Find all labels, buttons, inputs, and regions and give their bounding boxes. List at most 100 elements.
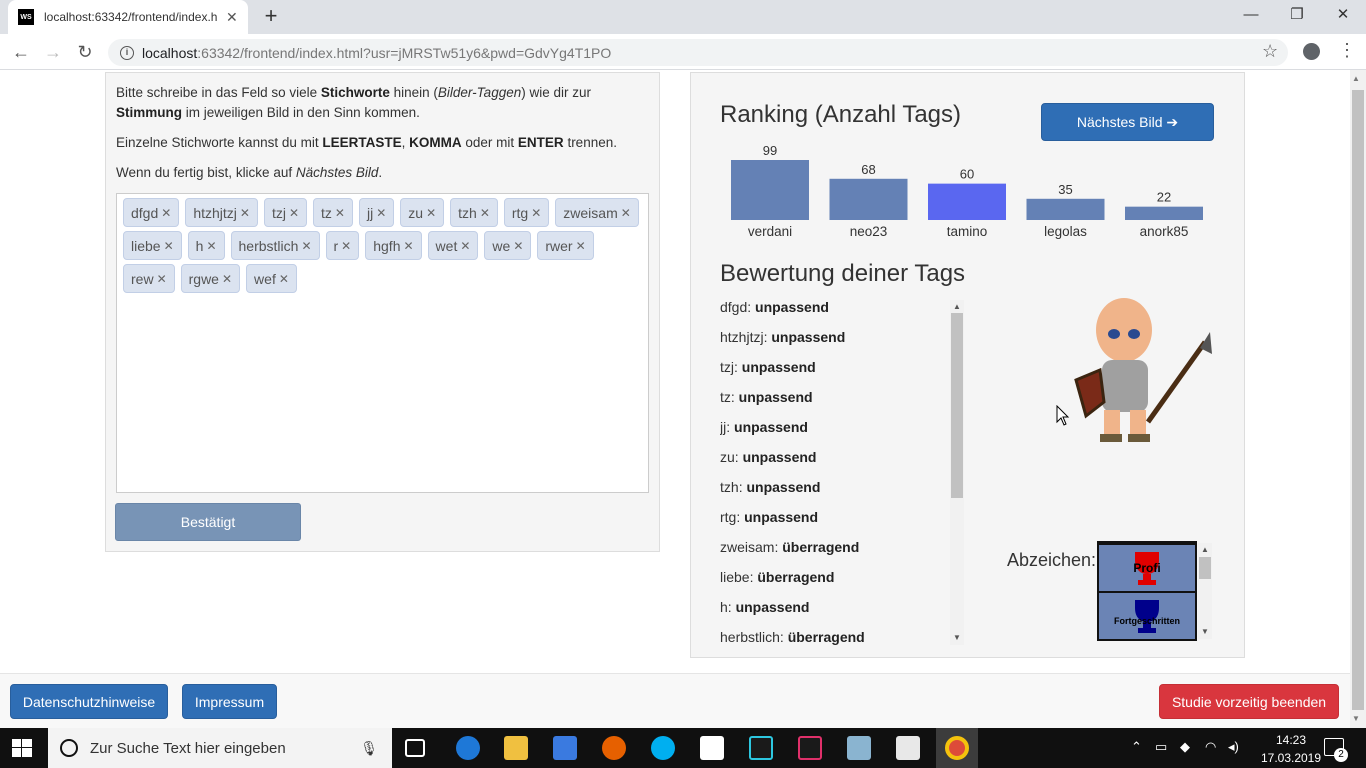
clock-time[interactable]: 14:23 <box>1266 733 1316 747</box>
reload-icon[interactable]: ↻ <box>72 40 98 64</box>
remove-tag-icon[interactable]: ✕ <box>376 206 386 220</box>
profile-icon[interactable] <box>1303 43 1320 60</box>
firefox-icon[interactable] <box>602 736 626 760</box>
confirm-button[interactable]: Bestätigt <box>115 503 301 541</box>
tag-chip[interactable]: liebe ✕ <box>123 231 182 260</box>
remove-tag-icon[interactable]: ✕ <box>289 206 299 220</box>
remove-tag-icon[interactable]: ✕ <box>240 206 250 220</box>
tag-chip[interactable]: wef ✕ <box>246 264 297 293</box>
remove-tag-icon[interactable]: ✕ <box>621 206 631 220</box>
rating-row: zweisam: überragend <box>720 539 860 555</box>
wifi-icon[interactable]: ◠ <box>1205 739 1216 755</box>
forward-icon[interactable]: → <box>40 40 66 64</box>
tag-chip-label: herbstlich <box>238 237 299 254</box>
tag-chip[interactable]: tzj ✕ <box>263 198 308 227</box>
tag-chip[interactable]: rwer ✕ <box>537 231 594 260</box>
restore-icon[interactable]: ❐ <box>1274 0 1320 32</box>
battery-icon[interactable]: ▭ <box>1155 739 1167 755</box>
remove-tag-icon[interactable]: ✕ <box>426 206 436 220</box>
scroll-down-icon[interactable]: ▼ <box>1352 714 1360 723</box>
webstorm-favicon-icon: WS <box>18 9 34 25</box>
tag-input-field[interactable]: dfgd ✕ htzhjtzj ✕ tzj ✕ tz ✕ jj ✕ zu ✕ tzh ✕ rtg ✕ zweis… <box>116 193 649 493</box>
page-scroll-thumb[interactable] <box>1352 90 1364 710</box>
remove-tag-icon[interactable]: ✕ <box>222 272 232 286</box>
browser-tab[interactable]: WS localhost:63342/frontend/index.h ✕ <box>8 0 248 34</box>
badge-scroll-thumb[interactable] <box>1199 557 1211 579</box>
webstorm-icon[interactable] <box>749 736 773 760</box>
new-tab-icon[interactable]: + <box>258 4 284 30</box>
tag-chip[interactable]: r ✕ <box>325 231 360 260</box>
microphone-icon[interactable]: 🎙 <box>360 740 378 757</box>
edge-icon[interactable] <box>456 736 480 760</box>
tag-chip[interactable]: hgfh ✕ <box>365 231 422 260</box>
tag-chip[interactable]: dfgd ✕ <box>123 198 180 227</box>
tag-chip[interactable]: zweisam ✕ <box>555 198 639 227</box>
rating-scroll-thumb[interactable] <box>951 313 963 498</box>
close-window-icon[interactable]: ✕ <box>1320 0 1366 32</box>
chrome-icon[interactable] <box>945 736 969 760</box>
quit-study-button[interactable]: Studie vorzeitig beenden <box>1159 684 1339 719</box>
remove-tag-icon[interactable]: ✕ <box>403 239 413 253</box>
badge-scroll-down-icon[interactable]: ▼ <box>1201 627 1209 636</box>
store-icon[interactable] <box>553 736 577 760</box>
badge-profi: Profi <box>1099 545 1195 591</box>
tag-chip[interactable]: zu ✕ <box>400 198 445 227</box>
info-icon[interactable]: i <box>120 45 134 60</box>
remove-tag-icon[interactable]: ✕ <box>335 206 345 220</box>
tag-chip[interactable]: h ✕ <box>187 231 225 260</box>
next-image-button[interactable]: Nächstes Bild ➔ <box>1041 103 1214 141</box>
url-path: :63342/frontend/index.html?usr=jMRSTw51y… <box>197 44 612 61</box>
notes-icon[interactable] <box>847 736 871 760</box>
menu-icon[interactable]: ⋮ <box>1338 40 1356 61</box>
privacy-button[interactable]: Datenschutzhinweise <box>10 684 168 719</box>
rating-scroll-down-icon[interactable]: ▼ <box>953 633 961 642</box>
dropbox-icon[interactable]: ◆ <box>1180 739 1190 755</box>
tag-chip[interactable]: herbstlich ✕ <box>230 231 320 260</box>
remove-tag-icon[interactable]: ✕ <box>301 239 311 253</box>
remove-tag-icon[interactable]: ✕ <box>341 239 351 253</box>
tag-chip[interactable]: tzh ✕ <box>450 198 498 227</box>
tag-chip[interactable]: htzhjtzj ✕ <box>185 198 258 227</box>
address-bar[interactable]: i localhost:63342/frontend/index.html?us… <box>108 39 1288 66</box>
scroll-up-icon[interactable]: ▲ <box>1352 74 1360 83</box>
photos-icon[interactable] <box>896 736 920 760</box>
tag-chip[interactable]: jj ✕ <box>358 198 395 227</box>
task-view-icon[interactable] <box>405 739 425 757</box>
rating-scroll-up-icon[interactable]: ▲ <box>953 302 961 311</box>
remove-tag-icon[interactable]: ✕ <box>460 239 470 253</box>
badge-scroll-up-icon[interactable]: ▲ <box>1201 545 1209 554</box>
bookmark-star-icon[interactable]: ☆ <box>1262 41 1278 62</box>
remove-tag-icon[interactable]: ✕ <box>157 272 167 286</box>
remove-tag-icon[interactable]: ✕ <box>513 239 523 253</box>
remove-tag-icon[interactable]: ✕ <box>576 239 586 253</box>
remove-tag-icon[interactable]: ✕ <box>164 239 174 253</box>
tray-overflow-icon[interactable]: ⌃ <box>1131 739 1142 755</box>
remove-tag-icon[interactable]: ✕ <box>161 206 171 220</box>
tag-chip[interactable]: rgwe ✕ <box>180 264 241 293</box>
tag-chip[interactable]: we ✕ <box>484 231 532 260</box>
tag-chip[interactable]: rew ✕ <box>123 264 175 293</box>
clock-date[interactable]: 17.03.2019 <box>1258 751 1324 765</box>
remove-tag-icon[interactable]: ✕ <box>480 206 490 220</box>
windows-start-icon[interactable] <box>12 739 32 757</box>
remove-tag-icon[interactable]: ✕ <box>206 239 216 253</box>
remove-tag-icon[interactable]: ✕ <box>279 272 289 286</box>
file-explorer-icon[interactable] <box>504 736 528 760</box>
tab-close-icon[interactable]: ✕ <box>226 9 238 26</box>
taskbar-search[interactable]: Zur Suche Text hier eingeben 🎙 <box>48 728 392 768</box>
back-icon[interactable]: ← <box>8 40 34 64</box>
rating-tag: h <box>720 599 728 615</box>
bar-anork85 <box>1125 206 1203 220</box>
remove-tag-icon[interactable]: ✕ <box>531 206 541 220</box>
tag-chip[interactable]: rtg ✕ <box>503 198 550 227</box>
volume-icon[interactable]: ◂) <box>1228 739 1239 755</box>
tag-chip[interactable]: wet ✕ <box>427 231 479 260</box>
imprint-button[interactable]: Impressum <box>182 684 277 719</box>
bar-value-label: 22 <box>1157 190 1171 205</box>
bar-value-label: 68 <box>861 162 875 177</box>
tag-chip[interactable]: tz ✕ <box>313 198 353 227</box>
minimize-icon[interactable]: — <box>1228 0 1274 32</box>
intellij-icon[interactable] <box>798 736 822 760</box>
skype-icon[interactable] <box>651 736 675 760</box>
mail-icon[interactable] <box>700 736 724 760</box>
